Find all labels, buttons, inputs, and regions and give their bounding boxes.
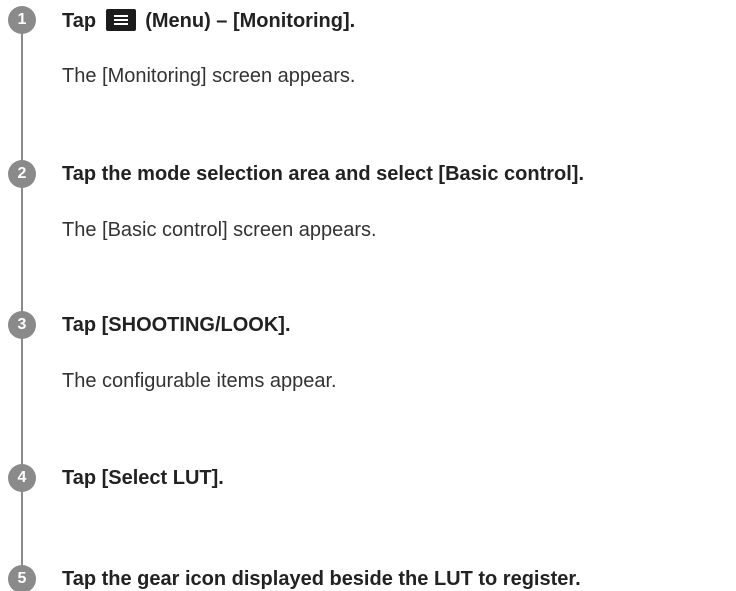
step-title-prefix: Tap <box>62 10 97 32</box>
step-title: Tap the gear icon displayed beside the L… <box>62 568 581 590</box>
step-number-badge: 3 <box>8 311 36 339</box>
step-description: The [Monitoring] screen appears. <box>62 65 356 87</box>
step-number-badge: 1 <box>8 6 36 34</box>
step-number-badge: 4 <box>8 464 36 492</box>
step-title: Tap [SHOOTING/LOOK]. <box>62 314 291 336</box>
step-title: Tap the mode selection area and select [… <box>62 163 585 185</box>
step-title: Tap (Menu) – [Monitoring]. <box>62 9 355 33</box>
menu-icon <box>105 9 136 31</box>
step-title-suffix: (Menu) – [Monitoring]. <box>145 10 356 32</box>
procedure-page: 1 Tap (Menu) – [Monitoring]. The [Monito… <box>0 0 736 591</box>
step-timeline-line <box>21 20 23 591</box>
step-description: The configurable items appear. <box>62 370 337 392</box>
step-number-badge: 5 <box>8 565 36 591</box>
step-number-badge: 2 <box>8 160 36 188</box>
step-description: The [Basic control] screen appears. <box>62 219 377 241</box>
step-title: Tap [Select LUT]. <box>62 467 224 489</box>
